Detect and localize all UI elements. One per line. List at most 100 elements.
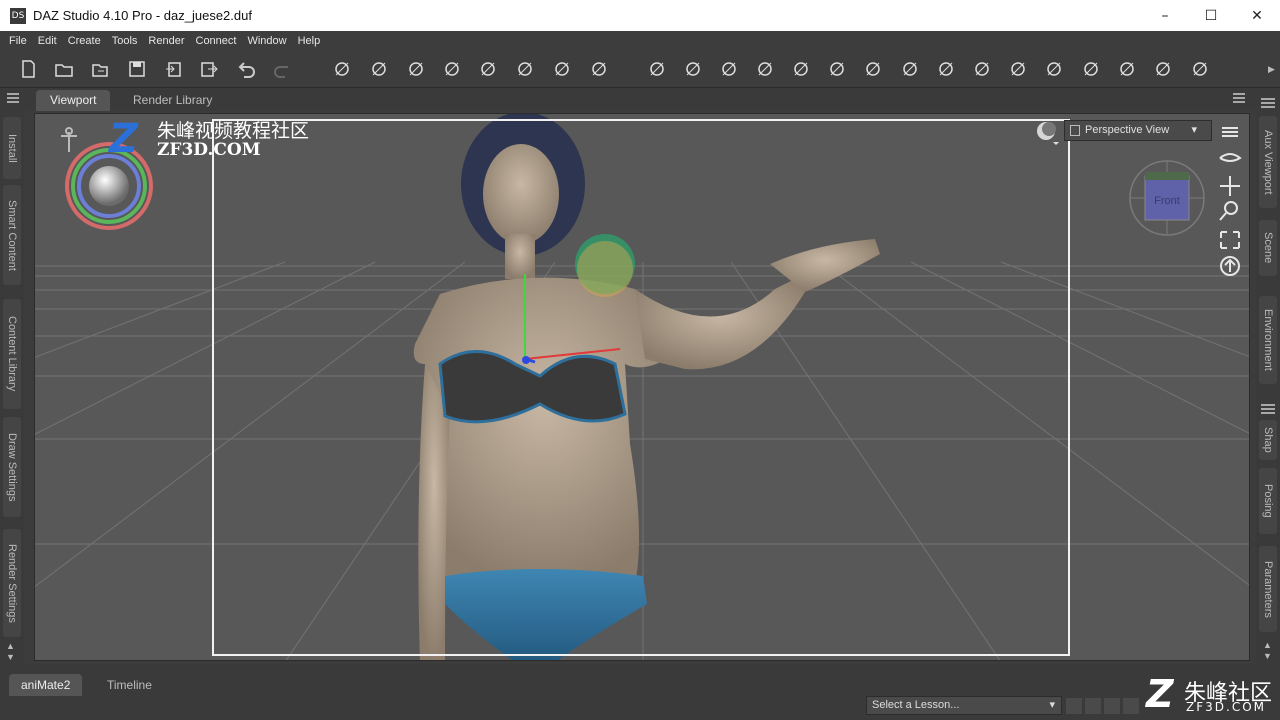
tab-install[interactable]: Install (3, 117, 21, 179)
tab-shaping[interactable]: Shap (1259, 420, 1277, 460)
lesson-select[interactable]: Select a Lesson... ▾ (866, 696, 1062, 715)
right-pane-menu-icon[interactable] (1260, 96, 1276, 110)
export-icon[interactable] (198, 58, 220, 80)
title-bar: DS DAZ Studio 4.10 Pro - daz_juese2.duf … (0, 0, 1280, 31)
open-file-icon[interactable] (53, 58, 75, 80)
create-camera-icon[interactable] (331, 58, 353, 80)
corner-watermark-en: ZF3D.COM (1186, 700, 1266, 714)
tab-parameters[interactable]: Parameters (1259, 546, 1277, 632)
tab-content-library[interactable]: Content Library (3, 299, 21, 409)
minimize-button[interactable]: – (1142, 0, 1188, 31)
lesson-step[interactable] (1066, 698, 1082, 714)
orbit-icon[interactable] (1216, 148, 1244, 170)
right-pane-rail: Aux Viewport Scene Environment Shap Posi… (1256, 90, 1280, 664)
tab-environment[interactable]: Environment (1259, 296, 1277, 384)
daz-logo-icon: DS (10, 7, 26, 24)
render-icon[interactable] (1189, 58, 1211, 80)
pane-menu-icon[interactable] (6, 91, 20, 105)
left-pane-rail: Install Smart Content Content Library Dr… (0, 111, 24, 664)
merge-file-icon[interactable] (89, 58, 111, 80)
view-cube-icon[interactable]: Front (1127, 158, 1207, 238)
menu-edit[interactable]: Edit (38, 35, 57, 47)
render-grid-icon[interactable] (646, 58, 668, 80)
render-settings-icon[interactable] (1152, 58, 1174, 80)
pointer-tool-icon[interactable] (1080, 58, 1102, 80)
node-icon[interactable] (1116, 58, 1138, 80)
menu-window[interactable]: Window (247, 35, 286, 47)
maximize-button[interactable]: ☐ (1188, 0, 1234, 31)
point-light-icon[interactable] (441, 58, 463, 80)
redo-icon[interactable] (272, 58, 294, 80)
geometry-editor-icon[interactable] (551, 58, 573, 80)
translate-icon[interactable] (826, 58, 848, 80)
navigation-sphere-icon[interactable] (57, 122, 157, 232)
tab-render-library[interactable]: Render Library (119, 90, 226, 111)
tab-animate2[interactable]: aniMate2 (9, 674, 83, 696)
viewport-options-icon[interactable] (1232, 91, 1246, 105)
rotate-icon[interactable] (790, 58, 812, 80)
lesson-step[interactable] (1104, 698, 1120, 714)
lesson-steps (1066, 698, 1142, 714)
camera-select-dropdown[interactable]: Perspective View ▾ (1064, 120, 1212, 141)
camera-icon[interactable] (1043, 58, 1065, 80)
figure-setup-icon[interactable] (1007, 58, 1029, 80)
view-cube-label: Front (1154, 195, 1180, 207)
rotate-tool-icon[interactable] (754, 58, 776, 80)
bottom-pane: aniMate2 Timeline Select a Lesson... ▾ Z… (0, 664, 1280, 720)
new-file-icon[interactable] (17, 58, 39, 80)
tab-render-settings[interactable]: Render Settings (3, 529, 21, 637)
tab-posing[interactable]: Posing (1259, 468, 1277, 534)
lesson-step[interactable] (1085, 698, 1101, 714)
import-icon[interactable] (163, 58, 185, 80)
menu-tools[interactable]: Tools (112, 35, 138, 47)
scroll-down-icon[interactable]: ▼ (6, 652, 15, 662)
tab-timeline[interactable]: Timeline (95, 674, 164, 696)
tab-draw-settings[interactable]: Draw Settings (3, 417, 21, 517)
tab-smart-content[interactable]: Smart Content (3, 185, 21, 285)
right-scroll-up-icon[interactable]: ▲ (1263, 640, 1272, 650)
distant-light-icon[interactable] (477, 58, 499, 80)
select-tool-icon[interactable] (718, 58, 740, 80)
window-title: DAZ Studio 4.10 Pro - daz_juese2.duf (33, 8, 252, 23)
joint-editor-icon[interactable] (588, 58, 610, 80)
menu-bar: File Edit Create Tools Render Connect Wi… (0, 31, 1280, 50)
corner-z-logo: Z (1146, 672, 1174, 716)
frame-icon[interactable] (1216, 226, 1244, 250)
save-icon[interactable] (126, 58, 148, 80)
lesson-select-label: Select a Lesson... (872, 699, 960, 711)
tab-aux-viewport[interactable]: Aux Viewport (1259, 116, 1277, 208)
menu-connect[interactable]: Connect (196, 35, 237, 47)
lesson-step[interactable] (1123, 698, 1139, 714)
toolbar-overflow-icon[interactable]: ▶ (1268, 64, 1275, 75)
menu-file[interactable]: File (9, 35, 27, 47)
universal-tool-icon[interactable] (682, 58, 704, 80)
create-light-icon[interactable] (368, 58, 390, 80)
morph-icon[interactable] (971, 58, 993, 80)
spot-light-icon[interactable] (405, 58, 427, 80)
3d-viewport[interactable]: Z 朱峰视频教程社区 ZF3D.COM Front (34, 113, 1250, 661)
undo-icon[interactable] (235, 58, 257, 80)
active-pose-icon[interactable] (899, 58, 921, 80)
tab-viewport[interactable]: Viewport (36, 90, 111, 111)
camera-select-label: Perspective View (1085, 124, 1170, 136)
menu-create[interactable]: Create (68, 35, 101, 47)
zoom-icon[interactable] (1216, 198, 1244, 222)
close-button[interactable]: ✕ (1234, 0, 1280, 31)
chevron-down-icon: ▾ (1191, 124, 1197, 136)
node-weight-icon[interactable] (514, 58, 536, 80)
scroll-up-icon[interactable]: ▲ (6, 641, 15, 651)
tab-scene[interactable]: Scene (1259, 220, 1277, 276)
scale-icon[interactable] (862, 58, 884, 80)
menu-render[interactable]: Render (148, 35, 184, 47)
camera-frame (212, 119, 1070, 656)
menu-help[interactable]: Help (298, 35, 321, 47)
figure-icon[interactable] (935, 58, 957, 80)
watermark-en: ZF3D.COM (157, 140, 261, 160)
shaping-menu-icon[interactable] (1260, 402, 1276, 416)
viewport-options-menu-icon[interactable] (1216, 120, 1244, 140)
right-scroll-down-icon[interactable]: ▼ (1263, 651, 1272, 661)
reset-view-icon[interactable] (1216, 254, 1244, 278)
viewport-tabbar: Viewport Render Library (0, 88, 1280, 111)
draw-style-icon[interactable] (1035, 120, 1061, 146)
pan-icon[interactable] (1216, 174, 1244, 198)
